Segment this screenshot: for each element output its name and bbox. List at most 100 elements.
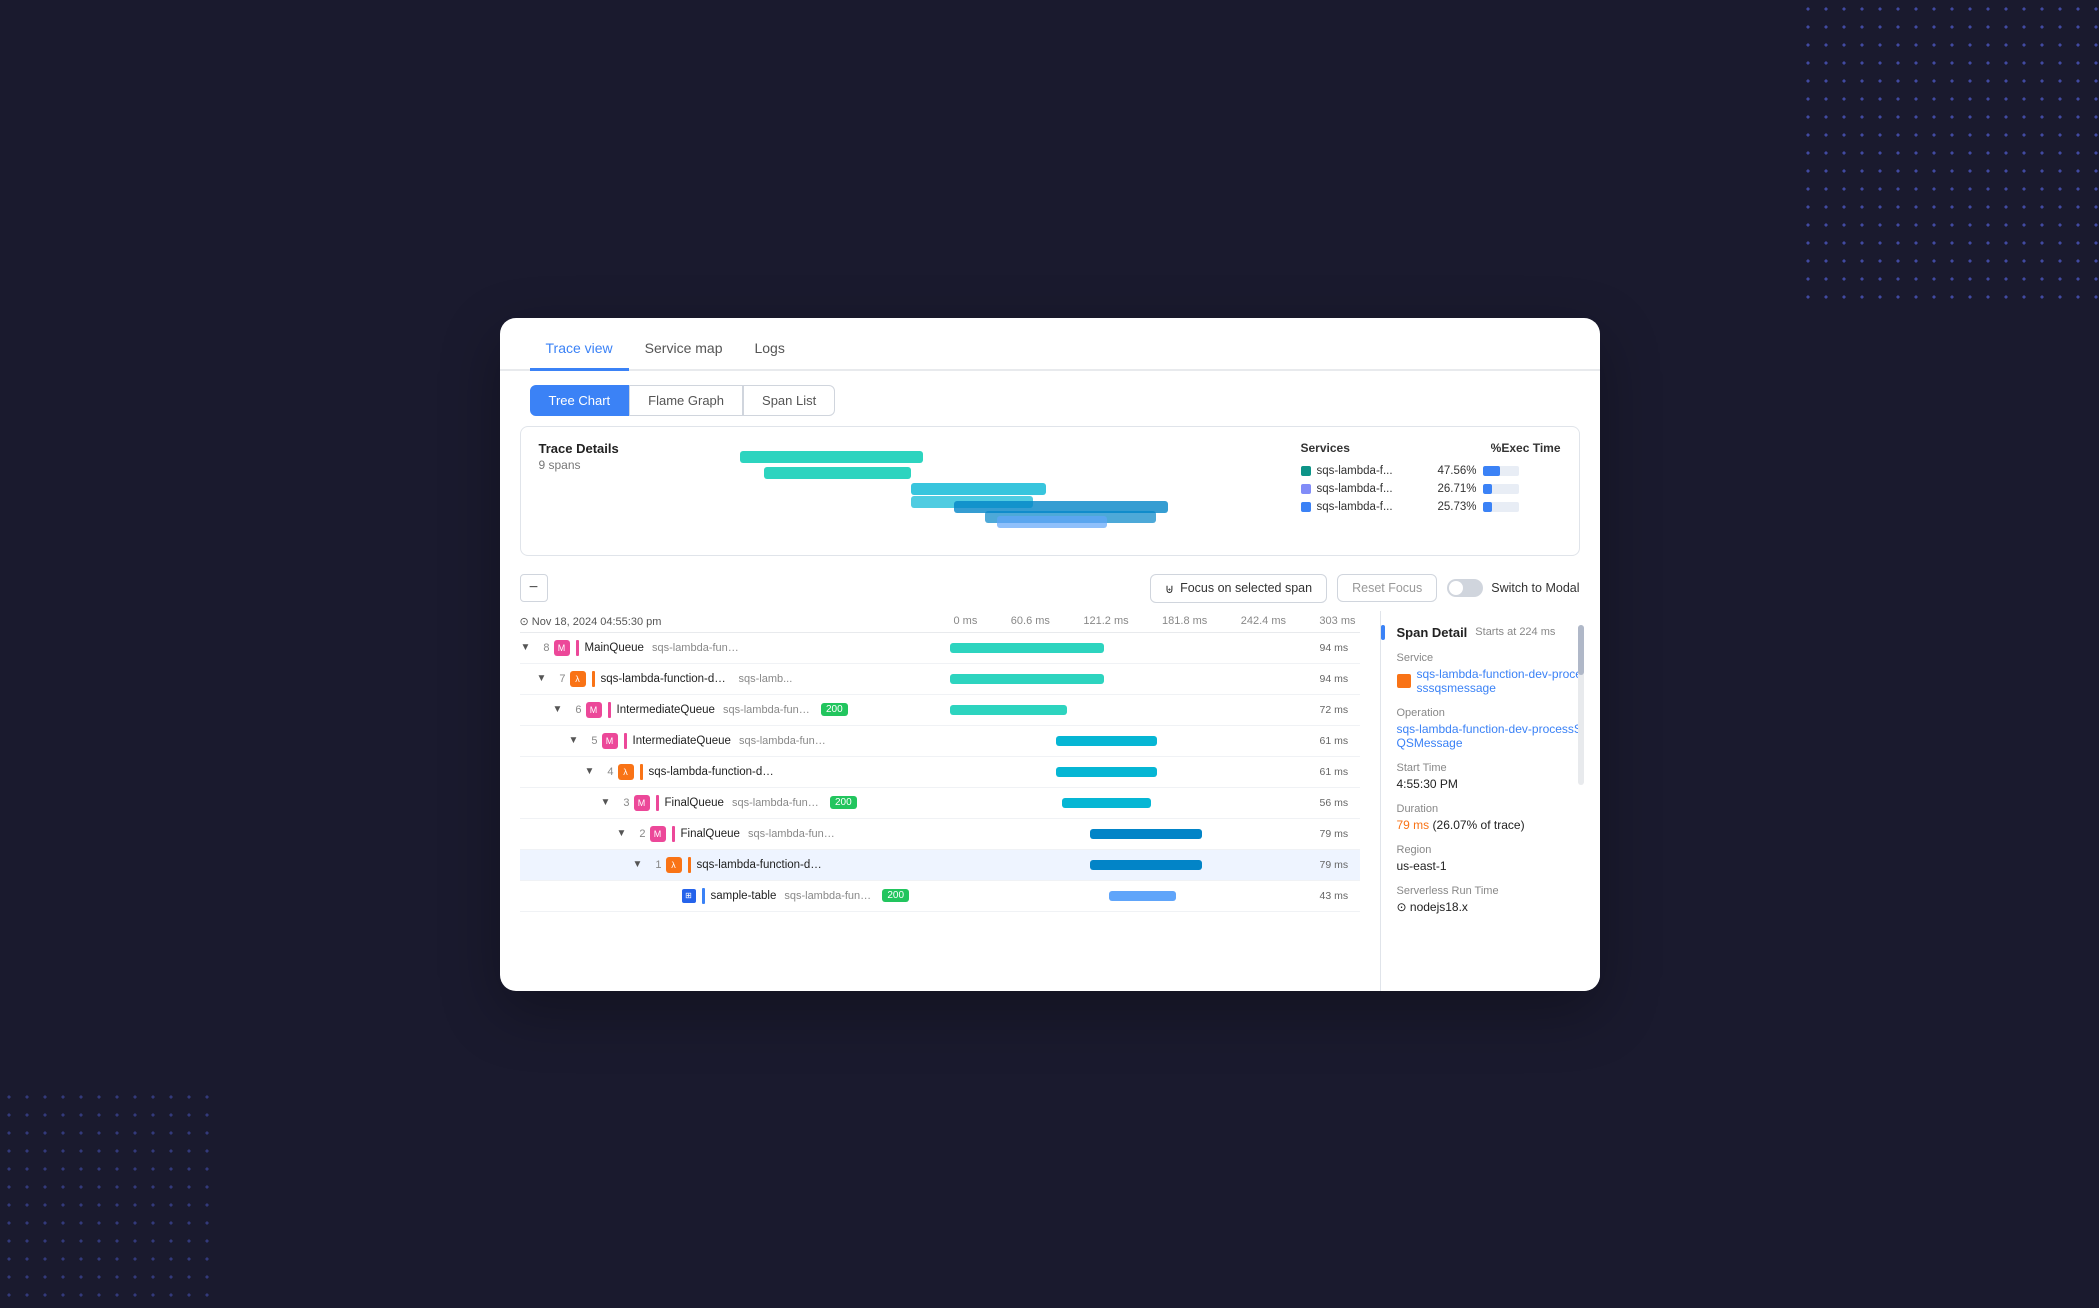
service-pct-0: 47.56% [1433,465,1477,477]
span-num-7: 1 [648,859,662,871]
operation-value[interactable]: sqs-lambda-function-dev-processSQSMessag… [1397,722,1582,750]
serverless-label: Serverless Run Time [1397,885,1584,897]
span-bar-area-3 [950,730,1314,752]
focus-selected-span-button[interactable]: ⊎ Focus on selected span [1150,574,1327,603]
timestamp-label: ⊙ Nov 18, 2024 04:55:30 pm [520,615,662,628]
span-name-7: sqs-lambda-function-dev-processSQSMe.. [697,859,827,871]
span-row-4[interactable]: ▼ 4 λ sqs-lambda-function-dev-intermedia… [520,757,1360,788]
span-duration-5: 56 ms [1320,797,1360,809]
span-num-1: 7 [552,673,566,685]
span-arrow-5[interactable]: ▼ [600,797,612,808]
span-service-1: sqs-lamb... [739,673,793,685]
starttime-value: 4:55:30 PM [1397,777,1584,791]
trace-details-title: Trace Details [539,441,669,456]
serverless-value: ⊙ nodejs18.x [1397,900,1584,914]
tab-logs[interactable]: Logs [738,332,800,371]
scale-1: 60.6 ms [1011,615,1050,627]
span-icon-5: M [634,795,650,811]
span-row-7[interactable]: ▼ 1 λ sqs-lambda-function-dev-processSQS… [520,850,1360,881]
span-border-0 [576,640,579,656]
span-bar-area-5 [950,792,1314,814]
side-panel: Span Detail Starts at 224 ms Service sqs… [1380,611,1600,991]
span-arrow-7[interactable]: ▼ [632,859,644,870]
span-badge-8: 200 [882,889,909,902]
services-header-label: Services [1301,441,1350,455]
span-duration-6: 79 ms [1320,828,1360,840]
span-num-3: 5 [584,735,598,747]
span-icon-4: λ [618,764,634,780]
scale-2: 121.2 ms [1083,615,1128,627]
region-value: us-east-1 [1397,859,1584,873]
span-row-3[interactable]: ▼ 5 M IntermediateQueue sqs-lambda-funct… [520,726,1360,757]
panel-service-section: Service sqs-lambda-function-dev-processs… [1397,652,1584,695]
toggle-label: Switch to Modal [1491,581,1579,595]
span-row-1[interactable]: ▼ 7 λ sqs-lambda-function-dev-sqsHandler… [520,664,1360,695]
service-row-2: sqs-lambda-f... 25.73% [1301,501,1561,513]
reset-focus-button[interactable]: Reset Focus [1337,574,1437,602]
duration-ms: 79 ms [1397,818,1430,832]
span-bar-area-0 [950,637,1314,659]
timeline-scale: 0 ms 60.6 ms 121.2 ms 181.8 ms 242.4 ms … [950,615,1360,627]
span-icon-7: λ [666,857,682,873]
service-name-0: sqs-lambda-f... [1317,465,1427,477]
span-row-6[interactable]: ▼ 2 M FinalQueue sqs-lambda-function-dev… [520,819,1360,850]
panel-operation-section: Operation sqs-lambda-function-dev-proces… [1397,707,1584,750]
toolbar: − ⊎ Focus on selected span Reset Focus S… [500,566,1600,611]
span-border-3 [624,733,627,749]
duration-value: 79 ms (26.07% of trace) [1397,818,1584,832]
trace-details-section: Trace Details 9 spans Services %Exec Tim… [520,426,1580,556]
span-arrow-2[interactable]: ▼ [552,704,564,715]
span-border-1 [592,671,595,687]
span-icon-0: M [554,640,570,656]
starttime-label: Start Time [1397,762,1584,774]
services-pct-header: %Exec Time [1491,441,1561,455]
span-duration-7: 79 ms [1320,859,1360,871]
focus-label: Focus on selected span [1180,581,1312,595]
span-bar-7 [1090,860,1202,870]
timeline-header: ⊙ Nov 18, 2024 04:55:30 pm 0 ms 60.6 ms … [520,611,1360,633]
tab-trace-view[interactable]: Trace view [530,332,629,371]
region-label: Region [1397,844,1584,856]
span-bar-area-7 [950,854,1314,876]
span-bar-8 [1109,891,1176,901]
scale-0: 0 ms [954,615,978,627]
span-row-5[interactable]: ▼ 3 M FinalQueue sqs-lambda-function-dev… [520,788,1360,819]
span-arrow-3[interactable]: ▼ [568,735,580,746]
span-name-8: sample-table [711,890,777,902]
service-pct-1: 26.71% [1433,483,1477,495]
span-border-8 [702,888,705,904]
span-bar-area-4 [950,761,1314,783]
span-bar-1 [950,674,1104,684]
timeline-area: ⊙ Nov 18, 2024 04:55:30 pm 0 ms 60.6 ms … [500,611,1380,912]
span-arrow-4[interactable]: ▼ [584,766,596,777]
span-row-0[interactable]: ▼ 8 M MainQueue sqs-lambda-function-dev-… [520,633,1360,664]
span-row-8[interactable]: ⊞ sample-table sqs-lambda-functi... 200 … [520,881,1360,912]
switch-modal-toggle[interactable] [1447,579,1483,597]
span-arrow-6[interactable]: ▼ [616,828,628,839]
span-row-2[interactable]: ▼ 6 M IntermediateQueue sqs-lambda-funct… [520,695,1360,726]
service-value[interactable]: sqs-lambda-function-dev-processsqsmessag… [1417,667,1584,695]
span-arrow-1[interactable]: ▼ [536,673,548,684]
panel-serverless-section: Serverless Run Time ⊙ nodejs18.x [1397,885,1584,914]
span-bar-area-2 [950,699,1314,721]
sub-tab-flame-graph[interactable]: Flame Graph [629,385,743,416]
span-icon-3: M [602,733,618,749]
span-num-0: 8 [536,642,550,654]
service-row-0: sqs-lambda-f... 47.56% [1301,465,1561,477]
span-bar-area-1 [950,668,1314,690]
panel-starttime-section: Start Time 4:55:30 PM [1397,762,1584,791]
span-duration-8: 43 ms [1320,890,1360,902]
span-arrow-0[interactable]: ▼ [520,642,532,653]
zoom-out-button[interactable]: − [520,574,548,602]
scale-5: 303 ms [1319,615,1355,627]
sub-tab-span-list[interactable]: Span List [743,385,835,416]
toggle-knob [1449,581,1463,595]
span-num-2: 6 [568,704,582,716]
scale-4: 242.4 ms [1241,615,1286,627]
tab-service-map[interactable]: Service map [629,332,739,371]
span-icon-2: M [586,702,602,718]
sub-tabs: Tree Chart Flame Graph Span List [500,371,1600,416]
span-service-2: sqs-lambda-functi... [723,704,813,716]
sub-tab-tree-chart[interactable]: Tree Chart [530,385,630,416]
span-badge-2: 200 [821,703,848,716]
